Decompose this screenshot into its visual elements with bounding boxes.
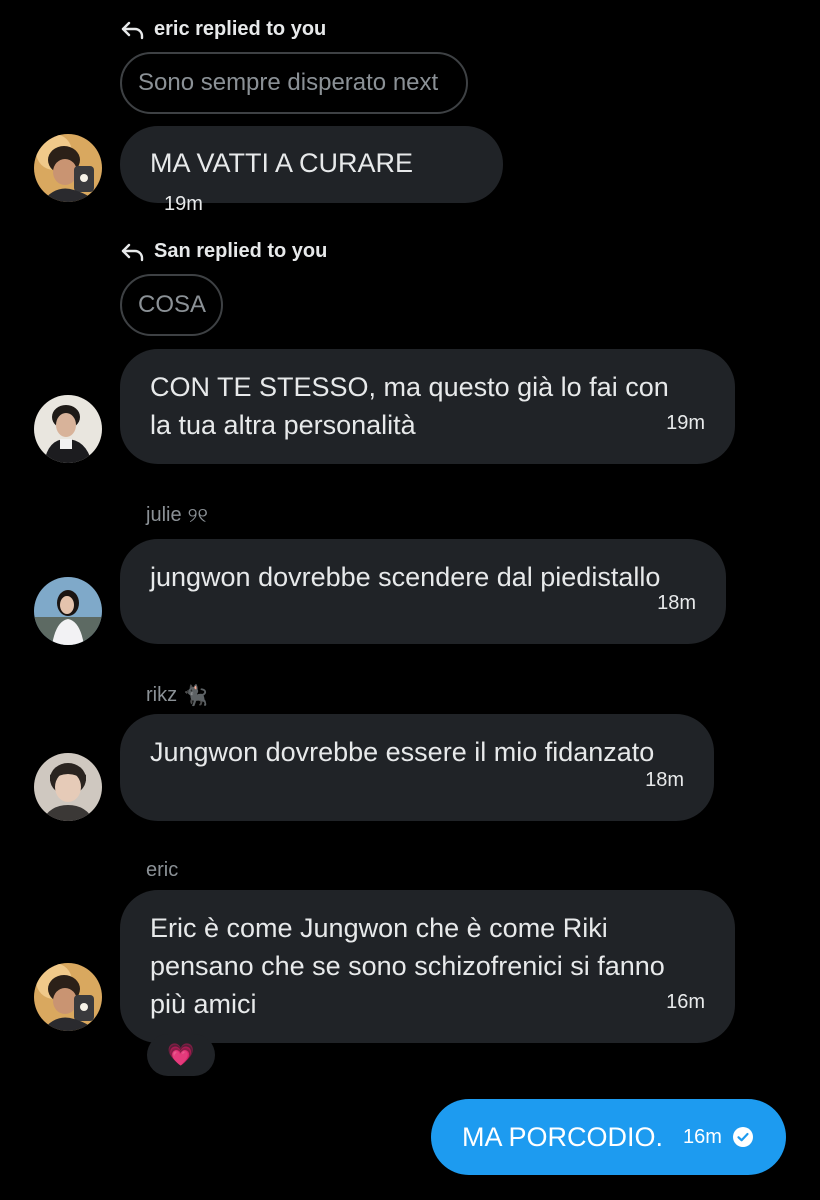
sender-label: rikz <box>146 684 178 706</box>
message-time: 16m <box>666 991 705 1013</box>
quoted-message[interactable]: Sono sempre disperato next <box>120 52 468 114</box>
message-bubble[interactable]: MA VATTI A CURARE 19m <box>120 126 503 215</box>
message-bubble[interactable]: jungwon dovrebbe scendere dal piedistall… <box>120 539 726 644</box>
message-text: Jungwon dovrebbe essere il mio fidanzato <box>150 737 655 767</box>
eric-avatar[interactable] <box>34 134 102 202</box>
message-bubble[interactable]: CON TE STESSO, ma questo già lo fai con … <box>120 349 735 464</box>
sender-name: julie ୨୧ <box>146 503 208 527</box>
sender-name: eric <box>146 859 178 882</box>
rikz-avatar[interactable] <box>34 753 102 821</box>
julie-avatar[interactable] <box>34 577 102 645</box>
message-text: MA VATTI A CURARE <box>150 148 414 178</box>
reply-header: eric replied to you <box>120 18 326 41</box>
reply-header: San replied to you <box>120 240 327 263</box>
message-time: 19m <box>164 193 203 215</box>
reaction-badge[interactable]: 💗 <box>147 1034 215 1076</box>
heart-reaction-icon: 💗 <box>167 1042 195 1067</box>
eric-avatar[interactable] <box>34 963 102 1031</box>
sender-emoji: ୨୧ <box>187 503 208 527</box>
sender-label: julie <box>146 503 182 526</box>
sender-emoji: 🐈‍⬛ <box>183 685 209 707</box>
message-text: Eric è come Jungwon che è come Riki pens… <box>150 913 665 1019</box>
message-text: CON TE STESSO, ma questo già lo fai con … <box>150 372 669 440</box>
own-message-time: 16m <box>683 1125 722 1148</box>
quoted-message[interactable]: COSA <box>120 274 223 336</box>
san-avatar[interactable] <box>34 395 102 463</box>
own-message-text: MA PORCODIO. <box>462 1121 664 1152</box>
reply-header-label: eric replied to you <box>154 18 327 40</box>
sender-name: rikz 🐈‍⬛ <box>146 683 208 708</box>
message-time: 18m <box>657 592 696 614</box>
check-circle-icon <box>732 1127 753 1147</box>
reply-arrow-icon <box>121 21 144 39</box>
message-time: 18m <box>645 769 684 791</box>
message-text: jungwon dovrebbe scendere dal piedistall… <box>150 562 661 592</box>
own-message-bubble[interactable]: MA PORCODIO. 16m <box>431 1099 786 1175</box>
reply-arrow-icon <box>121 243 144 261</box>
message-bubble[interactable]: Eric è come Jungwon che è come Riki pens… <box>120 890 735 1043</box>
reply-header-label: San replied to you <box>154 240 328 262</box>
sender-label: eric <box>146 859 179 881</box>
message-bubble[interactable]: Jungwon dovrebbe essere il mio fidanzato… <box>120 714 714 821</box>
message-time: 19m <box>666 412 705 434</box>
